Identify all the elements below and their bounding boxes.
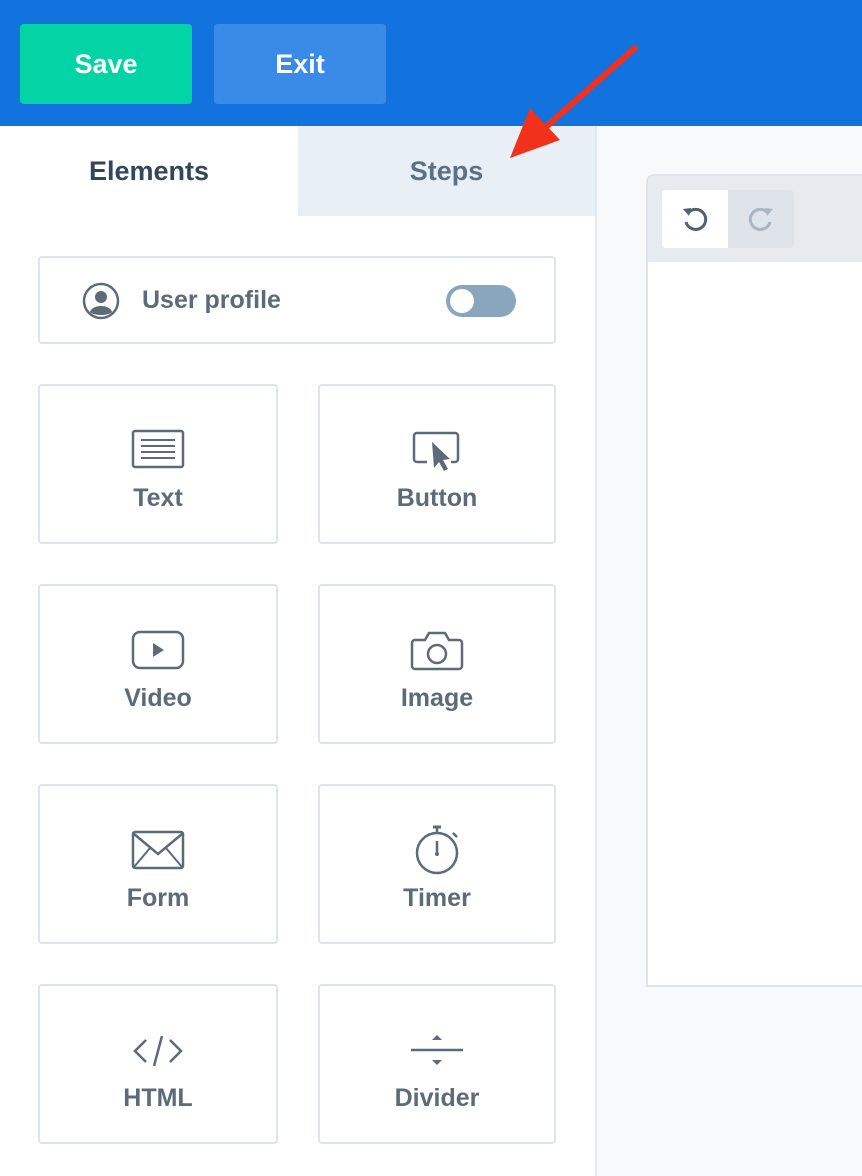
element-label: HTML (123, 1084, 193, 1112)
tab-elements[interactable]: Elements (0, 126, 298, 216)
user-profile-toggle[interactable] (446, 285, 516, 317)
undo-button[interactable] (662, 190, 728, 248)
element-label: Image (400, 684, 474, 712)
element-tile-button[interactable]: Button (318, 384, 556, 544)
user-profile-label: User profile (142, 286, 281, 314)
play-icon (131, 630, 185, 670)
tab-steps[interactable]: Steps (298, 126, 595, 216)
element-label: Text (133, 484, 183, 512)
element-tile-timer[interactable]: Timer (318, 784, 556, 944)
user-circle-icon (82, 282, 120, 320)
element-tile-html[interactable]: HTML (38, 984, 278, 1144)
envelope-icon (131, 830, 185, 870)
top-toolbar: Save Exit (0, 0, 862, 126)
element-tile-text[interactable]: Text (38, 384, 278, 544)
camera-icon (410, 631, 464, 671)
cursor-click-icon (412, 431, 460, 471)
canvas-body (648, 262, 862, 985)
text-icon (131, 429, 185, 469)
element-tile-form[interactable]: Form (38, 784, 278, 944)
element-tile-video[interactable]: Video (38, 584, 278, 744)
element-label: Timer (403, 884, 471, 912)
element-tile-divider[interactable]: Divider (318, 984, 556, 1144)
editor-canvas (646, 174, 862, 987)
stopwatch-icon (415, 825, 459, 875)
canvas-toolbar (648, 176, 862, 262)
redo-button[interactable] (728, 190, 794, 248)
element-label: Button (396, 484, 478, 512)
exit-button[interactable]: Exit (214, 24, 386, 104)
element-label: Form (126, 884, 190, 912)
divider-icon (411, 1035, 463, 1065)
save-button[interactable]: Save (20, 24, 192, 104)
sidebar: Elements Steps User profile Text Button (0, 126, 597, 1176)
toggle-knob (450, 289, 474, 313)
element-tile-image[interactable]: Image (318, 584, 556, 744)
element-label: Video (124, 684, 192, 712)
code-icon (133, 1035, 183, 1067)
undo-icon (683, 207, 708, 231)
user-profile-row: User profile (38, 256, 556, 344)
element-label: Divider (394, 1084, 480, 1112)
redo-icon (748, 207, 773, 231)
